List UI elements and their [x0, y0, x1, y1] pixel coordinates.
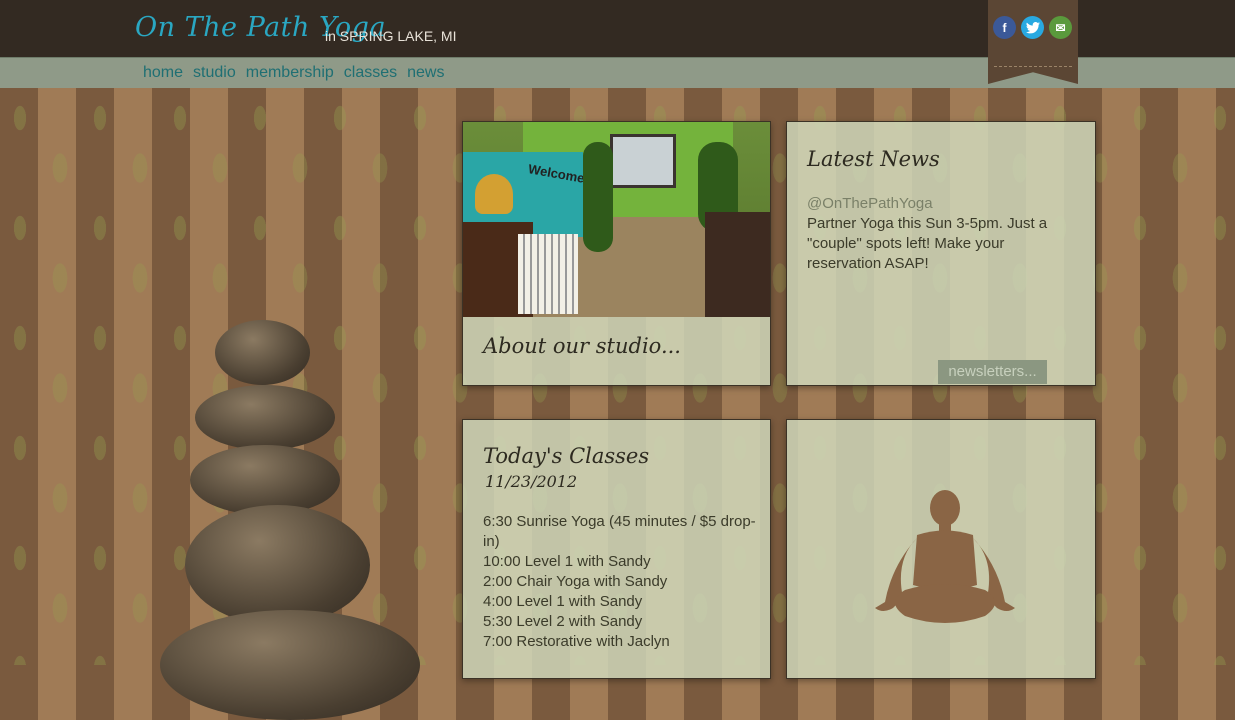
meditation-card	[786, 419, 1096, 679]
news-body: Partner Yoga this Sun 3-5pm. Just a "cou…	[807, 215, 1048, 272]
nav-membership[interactable]: membership	[246, 64, 334, 82]
social-ribbon	[988, 0, 1078, 84]
nav-studio[interactable]: studio	[193, 64, 236, 82]
classes-date: 11/23/2012	[485, 472, 578, 491]
facebook-icon[interactable]: f	[993, 16, 1016, 39]
news-card: Latest News @OnThePathYoga Partner Yoga …	[786, 121, 1096, 386]
newsletters-button[interactable]: newsletters...	[938, 360, 1047, 384]
classes-card: Today's Classes 11/23/2012 6:30 Sunrise …	[462, 419, 771, 679]
class-item: 2:00 Chair Yoga with Sandy	[483, 573, 668, 590]
class-item: 5:30 Level 2 with Sandy	[483, 613, 643, 630]
meditation-figure-icon	[875, 490, 1015, 623]
nav-news[interactable]: news	[407, 64, 444, 82]
class-list: 6:30 Sunrise Yoga (45 minutes / $5 drop-…	[483, 512, 758, 652]
studio-photo: Welcome	[463, 122, 770, 317]
news-handle[interactable]: @OnThePathYoga	[807, 194, 933, 214]
site-location: in SPRING LAKE, MI	[325, 28, 457, 44]
news-card-title: Latest News	[807, 147, 940, 171]
email-icon[interactable]: ✉	[1049, 16, 1072, 39]
twitter-icon[interactable]	[1021, 16, 1044, 39]
classes-card-title: Today's Classes	[483, 444, 650, 468]
studio-card[interactable]: Welcome About our studio...	[462, 121, 771, 386]
class-item: 7:00 Restorative with Jaclyn	[483, 633, 670, 650]
nav-home[interactable]: home	[143, 64, 183, 82]
class-item: 10:00 Level 1 with Sandy	[483, 553, 651, 570]
class-item: 6:30 Sunrise Yoga (45 minutes / $5 drop-…	[483, 513, 756, 550]
nav-classes[interactable]: classes	[344, 64, 397, 82]
social-links: f ✉	[993, 16, 1072, 39]
studio-card-title[interactable]: About our studio...	[483, 334, 681, 358]
class-item: 4:00 Level 1 with Sandy	[483, 593, 643, 610]
